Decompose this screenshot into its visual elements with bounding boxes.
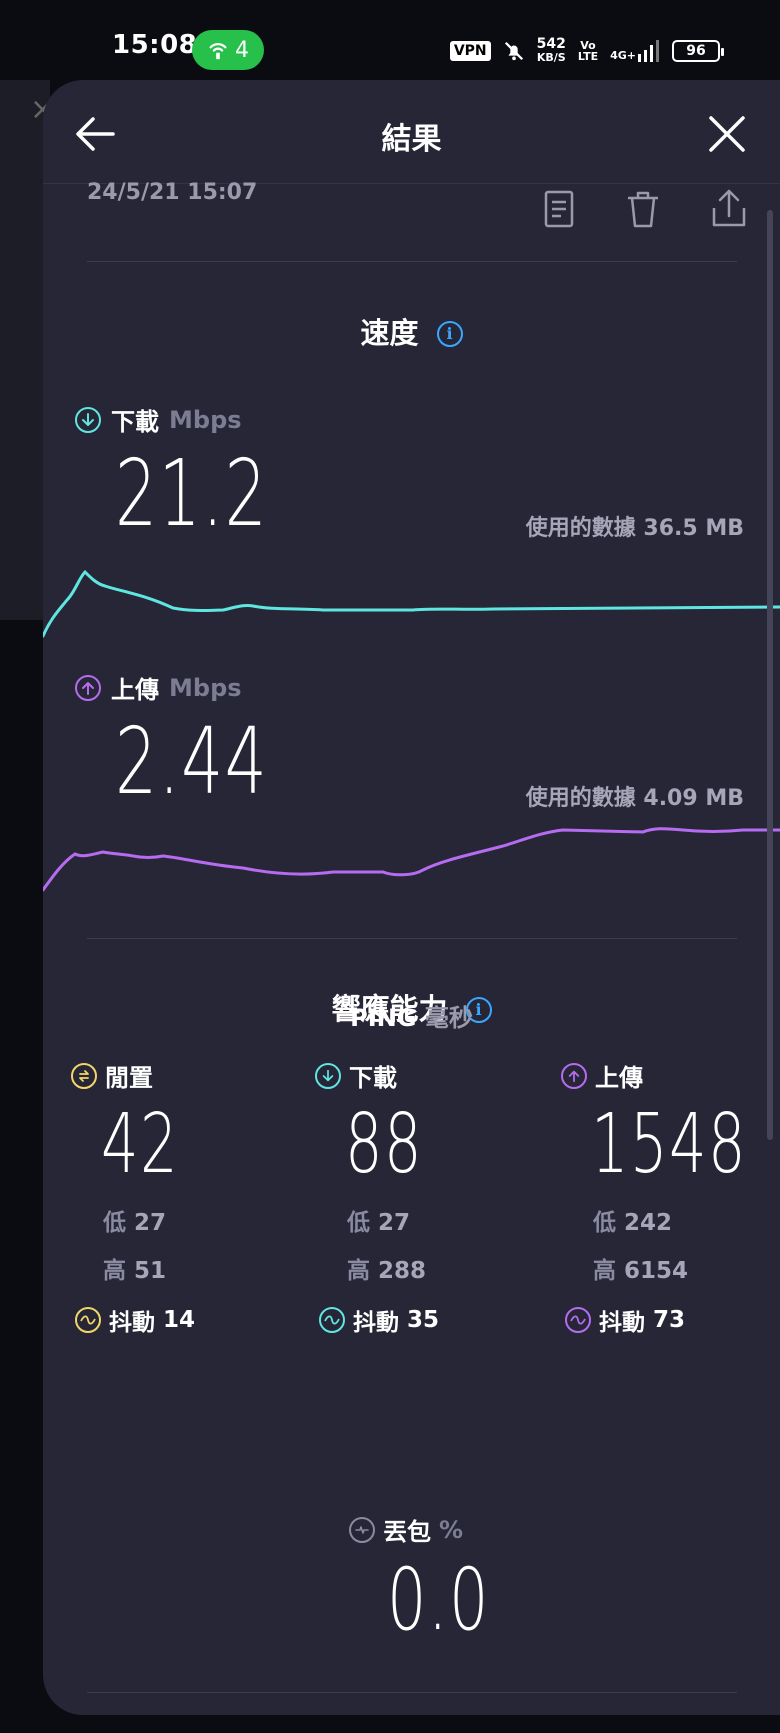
upload-graph xyxy=(43,827,780,892)
ping-download: 下載 88 低 27 高 288 抖動 35 xyxy=(315,1058,545,1337)
idle-low: 低 27 xyxy=(103,1210,167,1236)
result-timestamp: 24/5/21 15:07 xyxy=(87,180,258,205)
sheet-header: 結果 xyxy=(43,80,780,184)
idle-icon xyxy=(71,1062,97,1089)
upload-jitter: 抖動 73 xyxy=(565,1303,780,1337)
net-speed: 542 KB/S xyxy=(536,36,566,64)
delete-button[interactable] xyxy=(623,188,663,230)
download-graph xyxy=(43,569,780,638)
speed-info-icon[interactable]: i xyxy=(436,321,463,347)
packet-loss-icon xyxy=(349,1516,375,1543)
hotspot-icon xyxy=(209,43,227,60)
upload-arrow-icon xyxy=(561,1062,587,1089)
divider xyxy=(87,261,737,262)
status-time: 15:08 xyxy=(112,30,198,60)
download-jitter: 抖動 35 xyxy=(319,1303,545,1337)
upload-speed-value: 2.44 xyxy=(115,708,269,815)
signal-indicator: 4G+ xyxy=(610,40,660,62)
page-title: 結果 xyxy=(381,122,442,157)
speed-section-title: 速度 i xyxy=(43,310,780,352)
details-button[interactable] xyxy=(539,188,579,230)
upload-ping-value: 1548 xyxy=(591,1097,748,1192)
download-low: 低 27 xyxy=(347,1210,411,1236)
download-high: 高 288 xyxy=(347,1258,427,1284)
download-arrow-icon xyxy=(75,406,101,433)
vpn-badge: VPN xyxy=(449,41,491,61)
signal-bars-icon xyxy=(638,40,659,62)
hotspot-count: 4 xyxy=(235,37,249,63)
share-button[interactable] xyxy=(709,188,749,230)
packet-loss-value: 0.0 xyxy=(387,1550,490,1650)
upload-high: 高 6154 xyxy=(593,1258,689,1284)
idle-high: 高 51 xyxy=(103,1258,167,1284)
ping-heading: PING 毫秒 xyxy=(350,1004,473,1032)
download-ping-value: 88 xyxy=(345,1097,424,1192)
status-icons: VPN 542 KB/S Vo LTE 4G+ 96 xyxy=(449,34,724,68)
result-sheet: 結果 24/5/21 15:07 速度 i 下載 Mbps 21.2 使用的數據 … xyxy=(43,80,780,1715)
status-bar: 15:08 4 VPN 542 KB/S Vo LTE 4G+ 96 xyxy=(0,0,780,80)
close-icon xyxy=(709,116,745,152)
download-data-used: 使用的數據 36.5 MB xyxy=(525,516,744,541)
close-button[interactable] xyxy=(703,110,751,158)
volte-indicator: Vo LTE xyxy=(577,39,599,63)
upload-ping-label: 上傳 xyxy=(595,1064,643,1092)
jitter-wave-icon xyxy=(319,1307,345,1333)
document-icon xyxy=(544,190,574,228)
packet-loss-label: 丟包 % xyxy=(349,1512,463,1547)
divider xyxy=(87,1692,737,1693)
divider xyxy=(87,938,737,939)
ping-idle: 閒置 42 低 27 高 51 抖動 14 xyxy=(71,1058,301,1337)
download-label: 下載 Mbps xyxy=(75,402,242,437)
scrollbar[interactable] xyxy=(767,210,773,1140)
upload-arrow-icon xyxy=(75,674,101,701)
download-ping-label: 下載 xyxy=(349,1064,397,1092)
jitter-wave-icon xyxy=(75,1307,101,1333)
upload-label: 上傳 Mbps xyxy=(75,670,242,705)
mute-bell-icon xyxy=(504,41,523,61)
hotspot-badge: 4 xyxy=(192,30,264,70)
idle-jitter: 抖動 14 xyxy=(75,1303,301,1337)
idle-ping-value: 42 xyxy=(101,1097,180,1192)
jitter-wave-icon xyxy=(565,1307,591,1333)
download-speed-value: 21.2 xyxy=(115,440,269,547)
idle-label: 閒置 xyxy=(105,1064,153,1092)
trash-icon xyxy=(628,191,658,228)
upload-low: 低 242 xyxy=(593,1210,673,1236)
share-icon xyxy=(712,189,746,227)
battery-indicator: 96 xyxy=(672,40,724,62)
download-arrow-icon xyxy=(315,1062,341,1089)
ping-upload: 上傳 1548 低 242 高 6154 抖動 73 xyxy=(561,1058,780,1337)
upload-data-used: 使用的數據 4.09 MB xyxy=(525,786,744,811)
